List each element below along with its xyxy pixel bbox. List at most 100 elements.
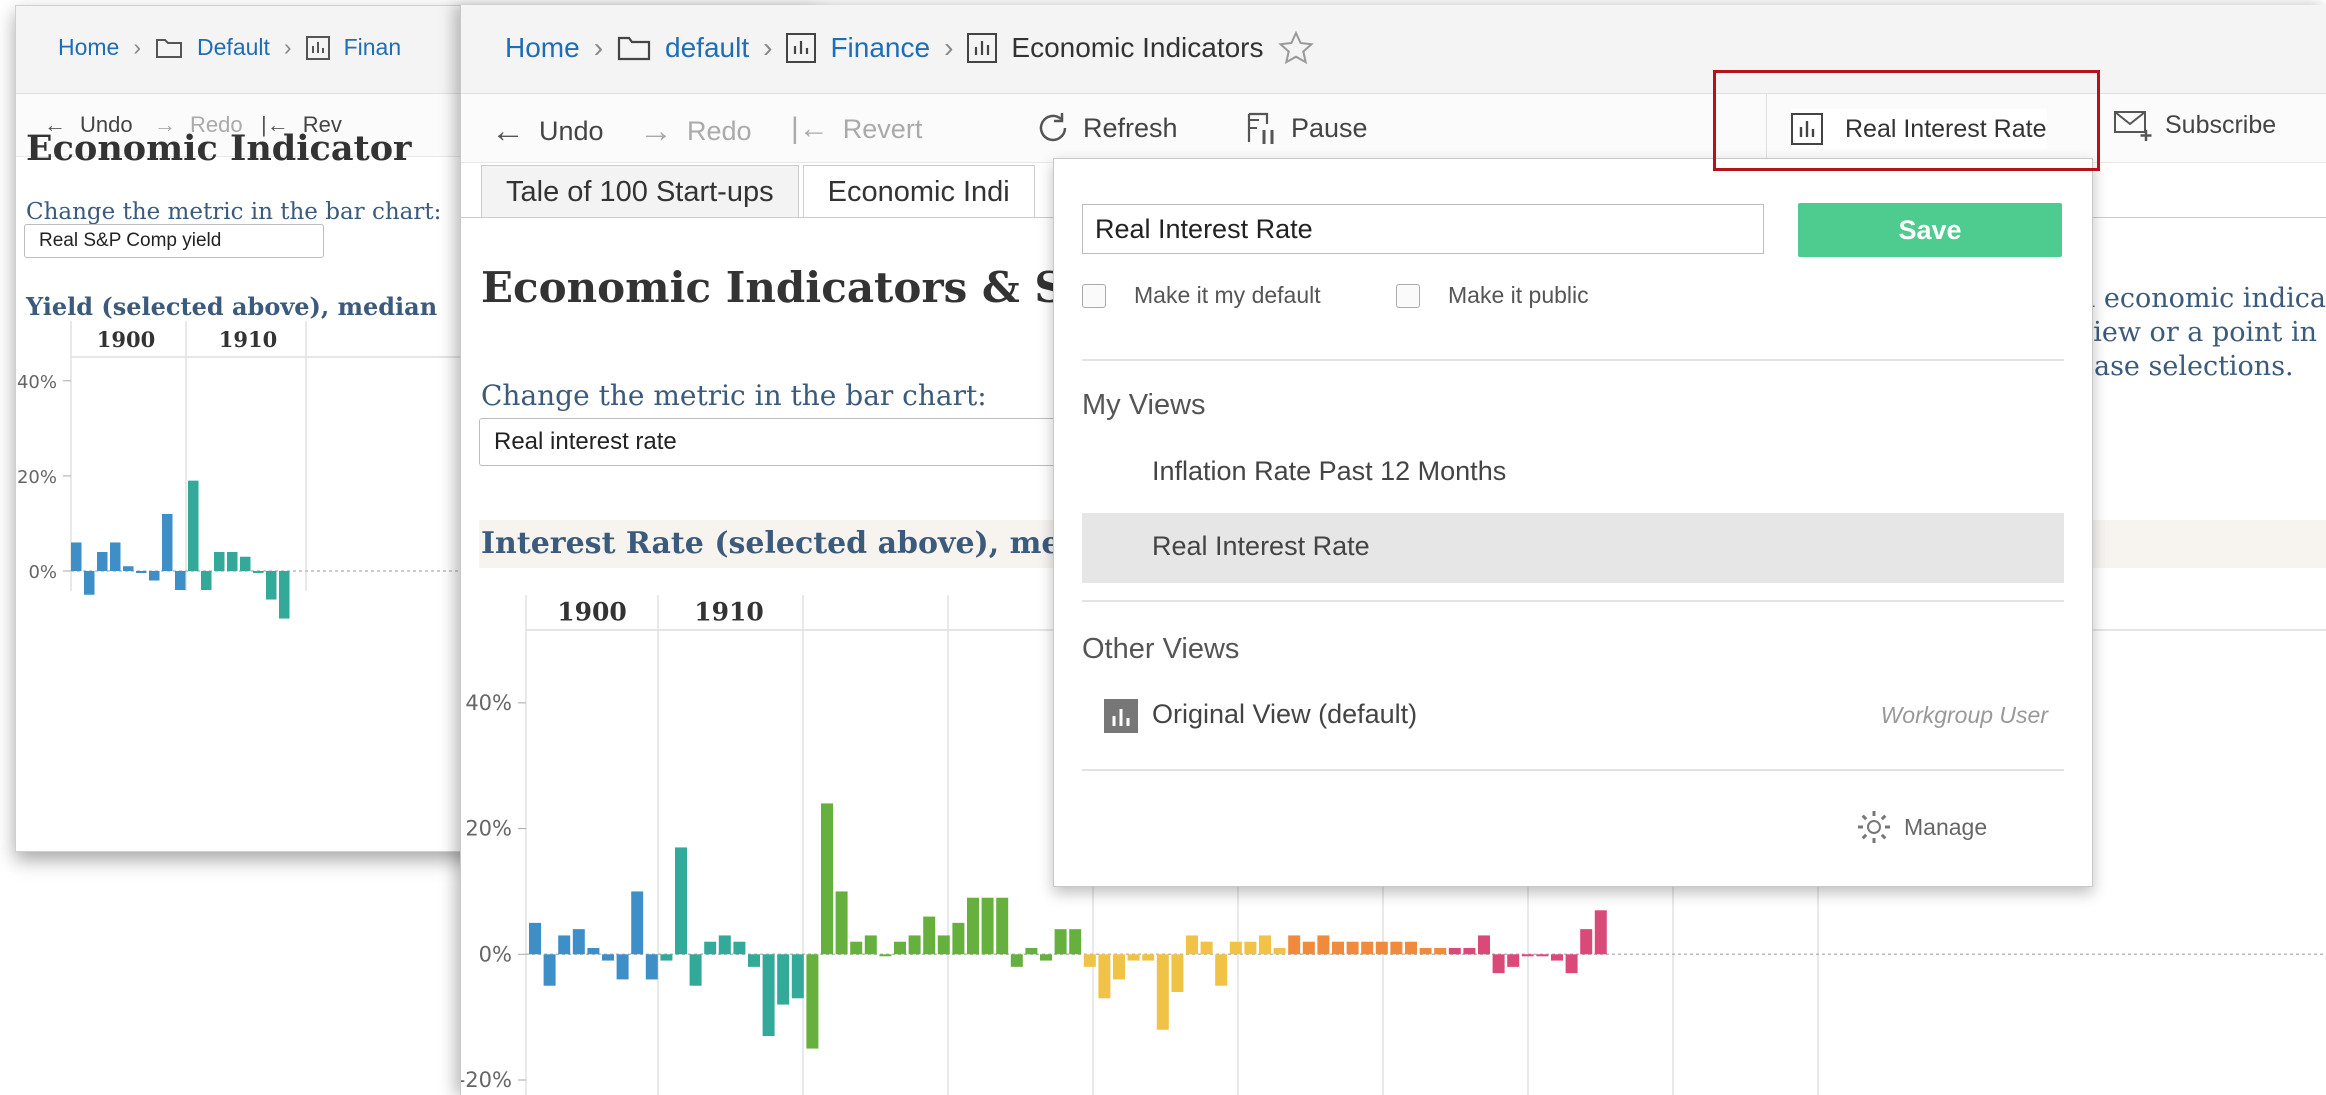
- bar: [718, 935, 731, 955]
- bar: [1259, 935, 1271, 955]
- metric-label: Change the metric in the bar chart:: [481, 379, 987, 412]
- other-view-item[interactable]: Original View (default) Workgroup User: [1082, 687, 2064, 737]
- bar: [689, 954, 702, 986]
- refresh-label: Refresh: [1083, 112, 1178, 143]
- custom-views-dropdown: Real Interest Rate Save Make it my defau…: [1053, 158, 2093, 887]
- bar: [253, 571, 264, 573]
- revert-icon: |←: [791, 112, 829, 145]
- make-public-option[interactable]: Make it public: [1396, 282, 1589, 309]
- back-breadcrumb: Home › Default › Finan: [58, 34, 401, 61]
- bar: [1419, 948, 1432, 955]
- bar: [602, 954, 614, 961]
- bar: [791, 954, 804, 999]
- metric-select[interactable]: Real interest rate: [479, 418, 1059, 466]
- make-public-checkbox[interactable]: [1396, 283, 1420, 308]
- back-metric-select[interactable]: Real S&P Comp yield: [24, 224, 324, 258]
- bar: [1317, 935, 1330, 955]
- bar: [1142, 954, 1155, 961]
- back-crumb-home[interactable]: Home: [58, 34, 119, 61]
- bar: [894, 941, 906, 955]
- bar: [227, 551, 238, 571]
- bar: [1463, 948, 1476, 955]
- chevron-right-icon: ›: [133, 34, 142, 60]
- divider: [1082, 600, 2064, 602]
- bar: [1186, 935, 1198, 955]
- my-view-item[interactable]: Inflation Rate Past 12 Months: [1152, 456, 1506, 487]
- metric-value: Real interest rate: [494, 428, 677, 455]
- back-crumb-project[interactable]: Finan: [344, 34, 402, 61]
- bar: [733, 941, 746, 955]
- my-view-item-selected[interactable]: Real Interest Rate: [1082, 513, 2064, 583]
- bar: [1478, 935, 1490, 955]
- bar: [704, 941, 717, 955]
- bar: [645, 954, 658, 980]
- save-button[interactable]: Save: [1798, 203, 2062, 257]
- bar: [1229, 941, 1242, 955]
- bar: [1156, 954, 1169, 1030]
- subscribe-button[interactable]: Subscribe: [2113, 108, 2276, 142]
- my-views-heading: My Views: [1082, 389, 1206, 421]
- crumb-project[interactable]: Finance: [830, 32, 930, 64]
- back-metric-label: Change the metric in the bar chart:: [26, 199, 442, 225]
- bar: [136, 571, 147, 573]
- crumb-sheet: Economic Indicators: [1011, 32, 1264, 63]
- bar: [1040, 954, 1052, 961]
- tab-tale-of-100-startups[interactable]: Tale of 100 Start-ups: [481, 165, 799, 218]
- bar: [1448, 948, 1461, 955]
- bar: [1375, 941, 1388, 955]
- bar: [660, 954, 673, 961]
- back-metric-value: Real S&P Comp yield: [39, 230, 222, 251]
- other-view-owner: Workgroup User: [1880, 702, 2048, 728]
- gear-icon: [1858, 811, 1890, 843]
- bar: [864, 935, 877, 955]
- bar: [558, 935, 571, 955]
- make-public-label: Make it public: [1448, 282, 1589, 308]
- refresh-button[interactable]: Refresh: [1035, 110, 1178, 146]
- subscribe-label: Subscribe: [2165, 110, 2277, 139]
- intro-line: view or a point in: [2078, 317, 2318, 348]
- manage-button[interactable]: Manage: [1856, 809, 1987, 845]
- redo-label: Redo: [687, 116, 752, 146]
- bar: [214, 551, 225, 571]
- bar: [149, 571, 160, 581]
- arrow-left-icon: ←: [491, 112, 525, 150]
- y-tick-label: -20%: [460, 1068, 512, 1092]
- bar: [1361, 941, 1374, 955]
- intro-line: ease selections.: [2078, 351, 2294, 382]
- bar: [1536, 954, 1549, 957]
- workbook-icon: [305, 35, 330, 60]
- bar: [850, 941, 863, 955]
- bar: [110, 542, 121, 571]
- redo-button[interactable]: → Redo: [639, 112, 752, 151]
- crumb-home[interactable]: Home: [505, 32, 580, 64]
- crumb-folder[interactable]: default: [665, 32, 749, 64]
- bar: [1346, 941, 1359, 955]
- y-tick-label: 0%: [28, 562, 57, 583]
- bar: [1565, 954, 1578, 974]
- back-crumb-folder[interactable]: Default: [197, 34, 270, 61]
- star-icon[interactable]: [1277, 30, 1314, 65]
- highlight-box: [1713, 70, 2100, 171]
- bar: [279, 571, 290, 619]
- undo-button[interactable]: ← Undo: [491, 112, 604, 151]
- bar: [1405, 941, 1417, 955]
- bar: [1098, 954, 1111, 999]
- make-default-option[interactable]: Make it my default: [1082, 282, 1321, 309]
- bar: [84, 571, 95, 595]
- tab-economic-indicators[interactable]: Economic Indi: [802, 165, 1035, 218]
- decade-label: 1900: [557, 598, 627, 627]
- bar: [175, 571, 186, 591]
- bar: [777, 954, 790, 1005]
- view-name-input[interactable]: Real Interest Rate: [1082, 204, 1764, 254]
- make-default-checkbox[interactable]: [1082, 283, 1106, 308]
- revert-button[interactable]: |← Revert: [791, 112, 922, 146]
- bar: [631, 891, 644, 955]
- bar: [937, 935, 950, 955]
- back-dashboard-title: Economic Indicator: [26, 128, 412, 169]
- bar: [1507, 954, 1520, 967]
- pause-button[interactable]: Pause: [1245, 110, 1368, 146]
- other-view-label: Original View (default): [1152, 699, 1418, 729]
- y-tick-label: 40%: [465, 691, 512, 715]
- bar: [821, 803, 833, 955]
- bar: [529, 922, 541, 955]
